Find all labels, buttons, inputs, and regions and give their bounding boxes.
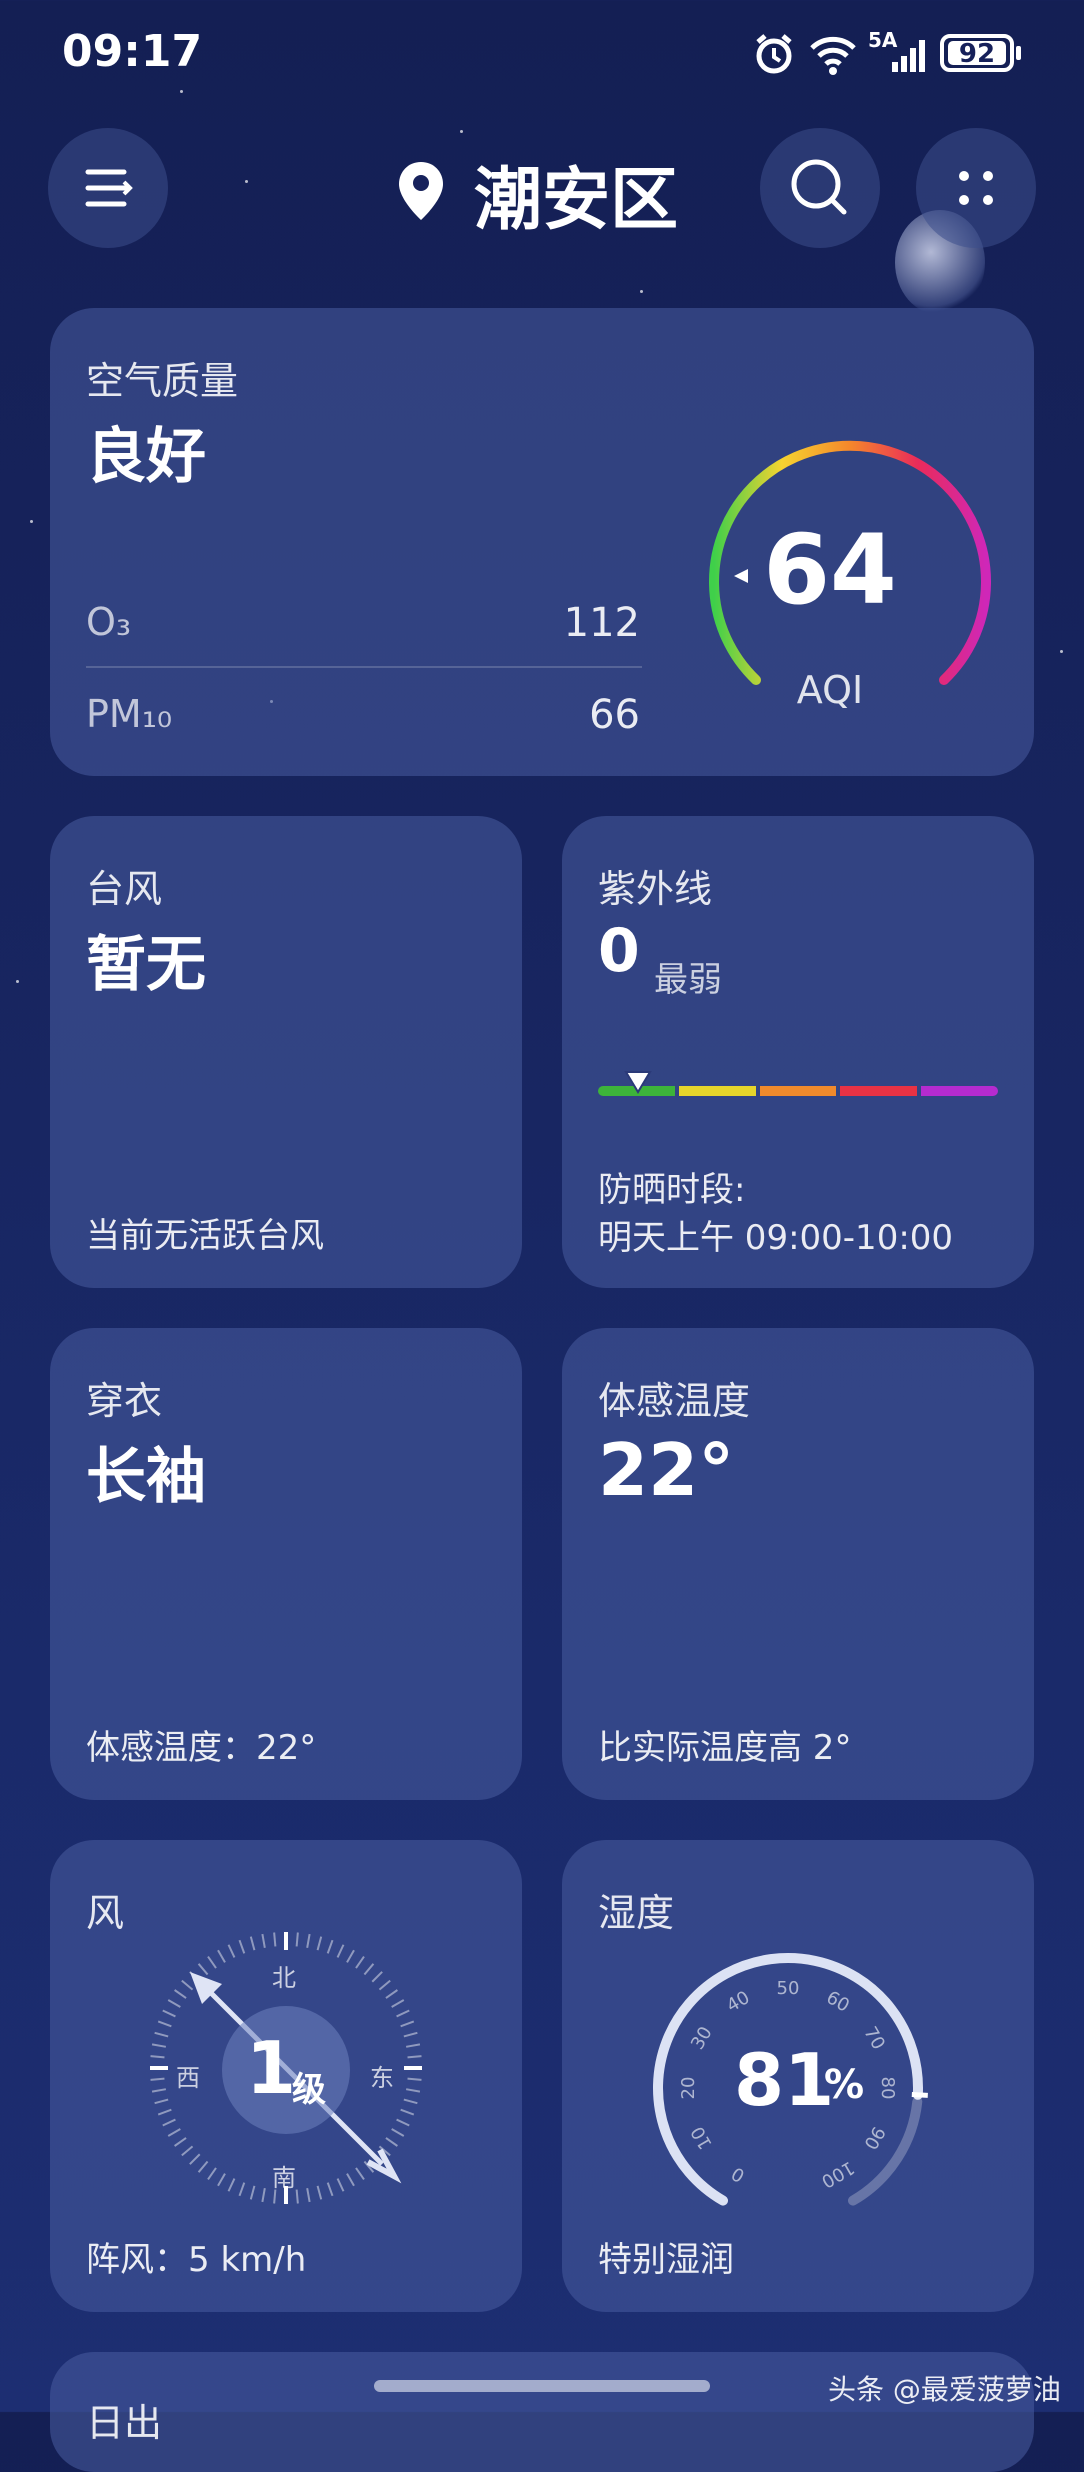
- uv-card[interactable]: 紫外线 0 最弱 防晒时段: 明天上午 09:00-10:00: [562, 816, 1034, 1288]
- air-quality-card[interactable]: 空气质量 良好 O₃ 112 PM₁₀ 66 64 AQI: [50, 308, 1034, 776]
- wind-level: 1: [246, 2026, 297, 2110]
- watermark: 头条 @最爱菠萝油: [828, 2373, 1061, 2406]
- o3-value: 112: [563, 600, 640, 646]
- home-indicator[interactable]: [374, 2380, 710, 2392]
- feels-like-value: 22°: [598, 1428, 735, 1512]
- humidity-title: 湿度: [598, 1891, 675, 1935]
- feels-like-card[interactable]: 体感温度 22° 比实际温度高 2°: [562, 1328, 1034, 1800]
- more-dots-icon: [959, 171, 993, 205]
- humidity-tick-label: 90: [859, 2123, 889, 2153]
- divider: [86, 666, 642, 668]
- compass-north: 北: [272, 1964, 296, 1992]
- clothing-value: 长袖: [86, 1442, 206, 1512]
- status-time: 09:17: [62, 26, 203, 77]
- menu-icon: [85, 169, 133, 207]
- location-pin-icon: [396, 160, 446, 226]
- humidity-tick-label: 50: [777, 1978, 800, 1999]
- location-title[interactable]: 潮安区: [474, 144, 678, 243]
- compass-south: 南: [272, 2164, 296, 2192]
- battery-icon: 92: [940, 34, 1014, 72]
- battery-level: 92: [948, 41, 1006, 67]
- typhoon-note: 当前无活跃台风: [86, 1216, 324, 1256]
- humidity-tick-label: 40: [723, 1987, 753, 2017]
- compass-west: 西: [176, 2064, 200, 2092]
- humidity-tick-label: 20: [678, 2077, 699, 2100]
- uv-note-time: 明天上午 09:00-10:00: [598, 1218, 954, 1258]
- clothing-card[interactable]: 穿衣 长袖 体感温度：22°: [50, 1328, 522, 1800]
- more-button[interactable]: [916, 128, 1036, 248]
- wind-level-unit: 级: [292, 2070, 326, 2110]
- feels-like-note: 比实际温度高 2°: [598, 1728, 852, 1768]
- humidity-tick-label: 0: [728, 2162, 748, 2186]
- signal-icon: [870, 34, 930, 78]
- humidity-tick-label: 10: [687, 2123, 717, 2153]
- uv-level: 最弱: [654, 960, 722, 1000]
- uv-note-label: 防晒时段:: [598, 1170, 746, 1210]
- uv-title: 紫外线: [598, 867, 713, 911]
- uv-scale-bar: [598, 1086, 998, 1096]
- humidity-card[interactable]: 湿度 0 10 20 30 40 50 60 70 80 90 100 81 % 特别湿润: [562, 1840, 1034, 2312]
- humidity-tick-label: 70: [859, 2023, 889, 2053]
- wind-title: 风: [86, 1891, 125, 1935]
- humidity-tick-label: 30: [687, 2023, 717, 2053]
- humidity-tick-label: 60: [823, 1987, 853, 2017]
- pm10-value: 66: [589, 692, 640, 738]
- humidity-note: 特别湿润: [598, 2240, 734, 2280]
- uv-marker-icon: [624, 1071, 652, 1094]
- sunrise-title: 日出: [86, 2401, 163, 2445]
- typhoon-title: 台风: [86, 867, 163, 911]
- search-button[interactable]: [760, 128, 880, 248]
- o3-label: O₃: [86, 600, 132, 644]
- air-quality-title: 空气质量: [86, 359, 239, 403]
- wind-card[interactable]: 风 1 级 北 南 西 东 阵风：5 km/h: [50, 1840, 522, 2312]
- typhoon-card[interactable]: 台风 暂无 当前无活跃台风: [50, 816, 522, 1288]
- wind-gust: 阵风：5 km/h: [86, 2240, 307, 2280]
- humidity-value: 81: [734, 2038, 835, 2122]
- feels-like-title: 体感温度: [598, 1379, 751, 1423]
- pm10-label: PM₁₀: [86, 692, 173, 736]
- air-quality-level: 良好: [86, 422, 206, 492]
- alarm-icon: [752, 32, 796, 80]
- clothing-note: 体感温度：22°: [86, 1728, 317, 1768]
- typhoon-value: 暂无: [86, 930, 206, 1000]
- compass-east: 东: [370, 2064, 394, 2092]
- clothing-title: 穿衣: [86, 1379, 163, 1423]
- aqi-label: AQI: [796, 668, 864, 712]
- aqi-value: 64: [763, 514, 897, 626]
- humidity-percent: %: [824, 2062, 865, 2108]
- wifi-icon: [808, 32, 858, 80]
- humidity-tick-label: 100: [818, 2156, 858, 2191]
- menu-button[interactable]: [48, 128, 168, 248]
- humidity-tick-label: 80: [877, 2077, 898, 2100]
- search-icon: [791, 159, 847, 215]
- uv-value: 0: [598, 916, 640, 986]
